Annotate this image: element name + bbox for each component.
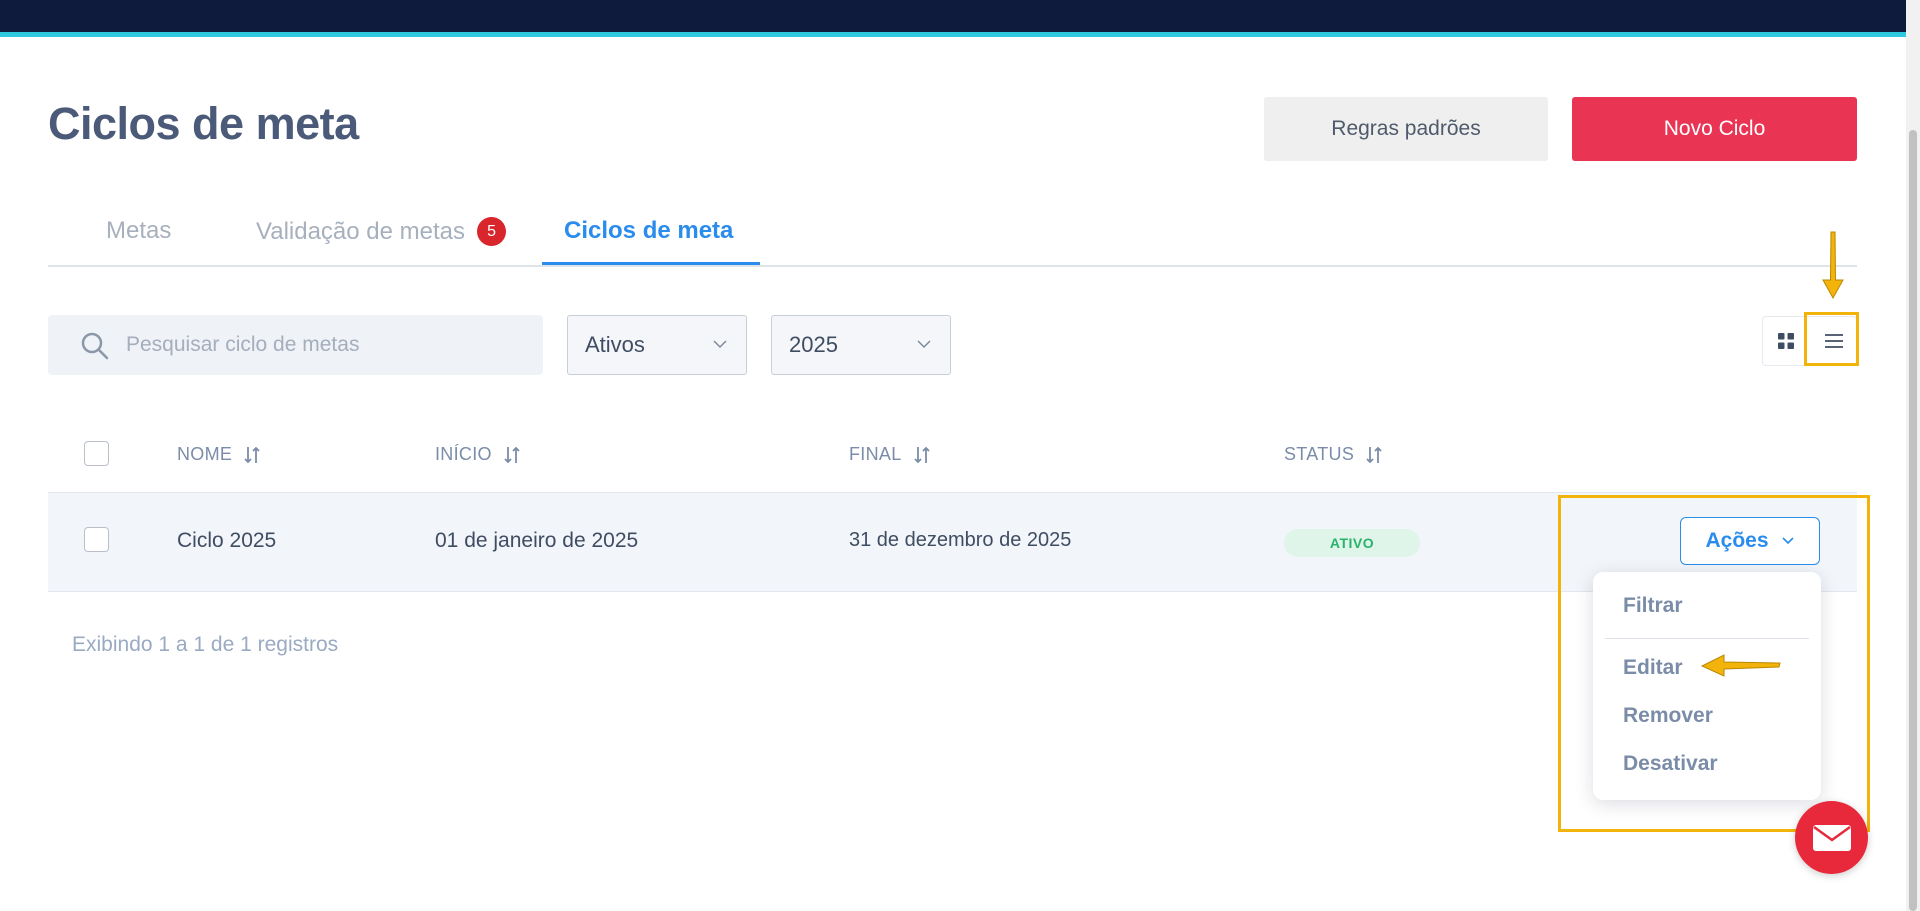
sort-icon <box>913 446 930 463</box>
top-accent-line <box>0 32 1906 37</box>
status-badge: ATIVO <box>1284 529 1420 557</box>
column-header-inicio[interactable]: INÍCIO <box>435 444 520 465</box>
tab-goal-cycles[interactable]: Ciclos de meta <box>564 217 733 245</box>
sort-icon <box>244 446 260 463</box>
pending-count-badge: 5 <box>477 217 507 246</box>
annotation-arrow-left-icon <box>1700 654 1781 677</box>
column-header-label: INÍCIO <box>435 444 492 464</box>
tab-metas[interactable]: Metas <box>106 217 171 245</box>
year-filter-select[interactable]: 2025 <box>771 315 951 375</box>
top-navigation-bar <box>0 0 1906 32</box>
chevron-down-icon <box>713 340 727 349</box>
cell-nome: Ciclo 2025 <box>177 529 277 552</box>
column-header-final[interactable]: FINAL <box>849 444 930 465</box>
list-view-highlight <box>1804 312 1859 366</box>
cell-final: 31 de dezembro de 2025 <box>849 529 1072 551</box>
page-title: Ciclos de meta <box>48 98 359 149</box>
mail-icon <box>1812 824 1851 851</box>
sort-icon <box>1366 446 1382 463</box>
tab-goal-cycles-label: Ciclos de meta <box>564 217 734 244</box>
sort-icon <box>504 446 520 463</box>
mail-button[interactable] <box>1795 801 1868 874</box>
grid-view-icon <box>1778 333 1794 349</box>
table-header: NOME INÍCIO FINAL STATUS <box>48 430 1857 478</box>
status-filter-select[interactable]: Ativos <box>567 315 747 375</box>
tab-metas-label: Metas <box>106 217 172 244</box>
column-header-label: STATUS <box>1284 444 1355 464</box>
column-header-label: NOME <box>177 444 233 464</box>
tab-goal-validation-label: Validação de metas <box>256 217 466 245</box>
new-cycle-button[interactable]: Novo Ciclo <box>1572 97 1857 161</box>
active-tab-indicator <box>542 262 760 265</box>
chevron-down-icon <box>917 340 931 349</box>
search-box <box>48 315 543 375</box>
scrollbar[interactable] <box>1906 0 1920 911</box>
select-all-checkbox[interactable] <box>84 441 109 466</box>
search-icon <box>81 332 109 360</box>
cell-inicio: 01 de janeiro de 2025 <box>435 529 639 552</box>
column-header-nome[interactable]: NOME <box>177 444 260 465</box>
records-info: Exibindo 1 a 1 de 1 registros <box>72 633 339 656</box>
row-checkbox[interactable] <box>84 527 109 552</box>
tab-goal-validation[interactable]: Validação de metas 5 <box>256 217 507 246</box>
year-filter-value: 2025 <box>789 332 838 357</box>
column-header-status[interactable]: STATUS <box>1284 444 1382 465</box>
status-filter-value: Ativos <box>585 332 645 357</box>
tabs-bar: Metas Validação de metas 5 Ciclos de met… <box>48 205 1857 267</box>
scrollbar-thumb[interactable] <box>1909 130 1917 911</box>
default-rules-button[interactable]: Regras padrões <box>1264 97 1548 161</box>
grid-view-button[interactable] <box>1763 317 1809 365</box>
annotation-arrow-down-icon <box>1822 231 1844 300</box>
search-input[interactable] <box>126 315 526 375</box>
column-header-label: FINAL <box>849 444 902 464</box>
